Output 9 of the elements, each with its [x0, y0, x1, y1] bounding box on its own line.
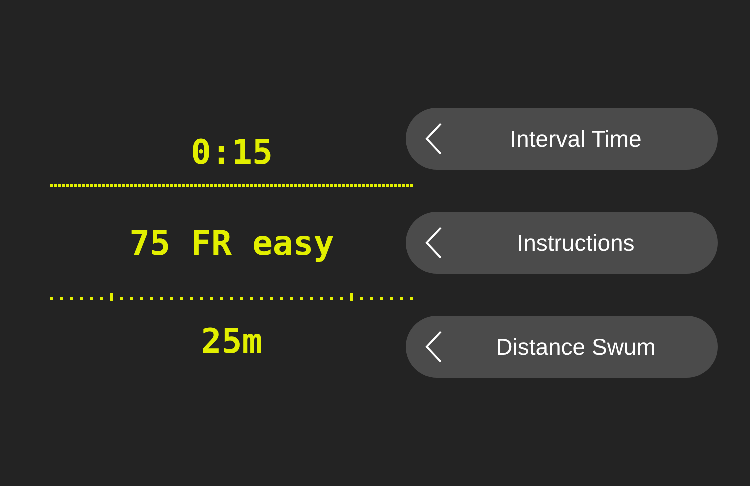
interval-time-readout: 0:15 [191, 136, 273, 170]
chevron-left-icon [425, 123, 443, 155]
chevron-left-icon [425, 227, 443, 259]
chevron-left-icon [425, 331, 443, 363]
menu-button[interactable]: Distance Swum [406, 316, 718, 378]
distance-readout: 25m [201, 325, 263, 359]
menu-button[interactable]: Interval Time [406, 108, 718, 170]
instructions-readout: 75 FR easy [130, 227, 334, 261]
menu-button[interactable]: Instructions [406, 212, 718, 274]
